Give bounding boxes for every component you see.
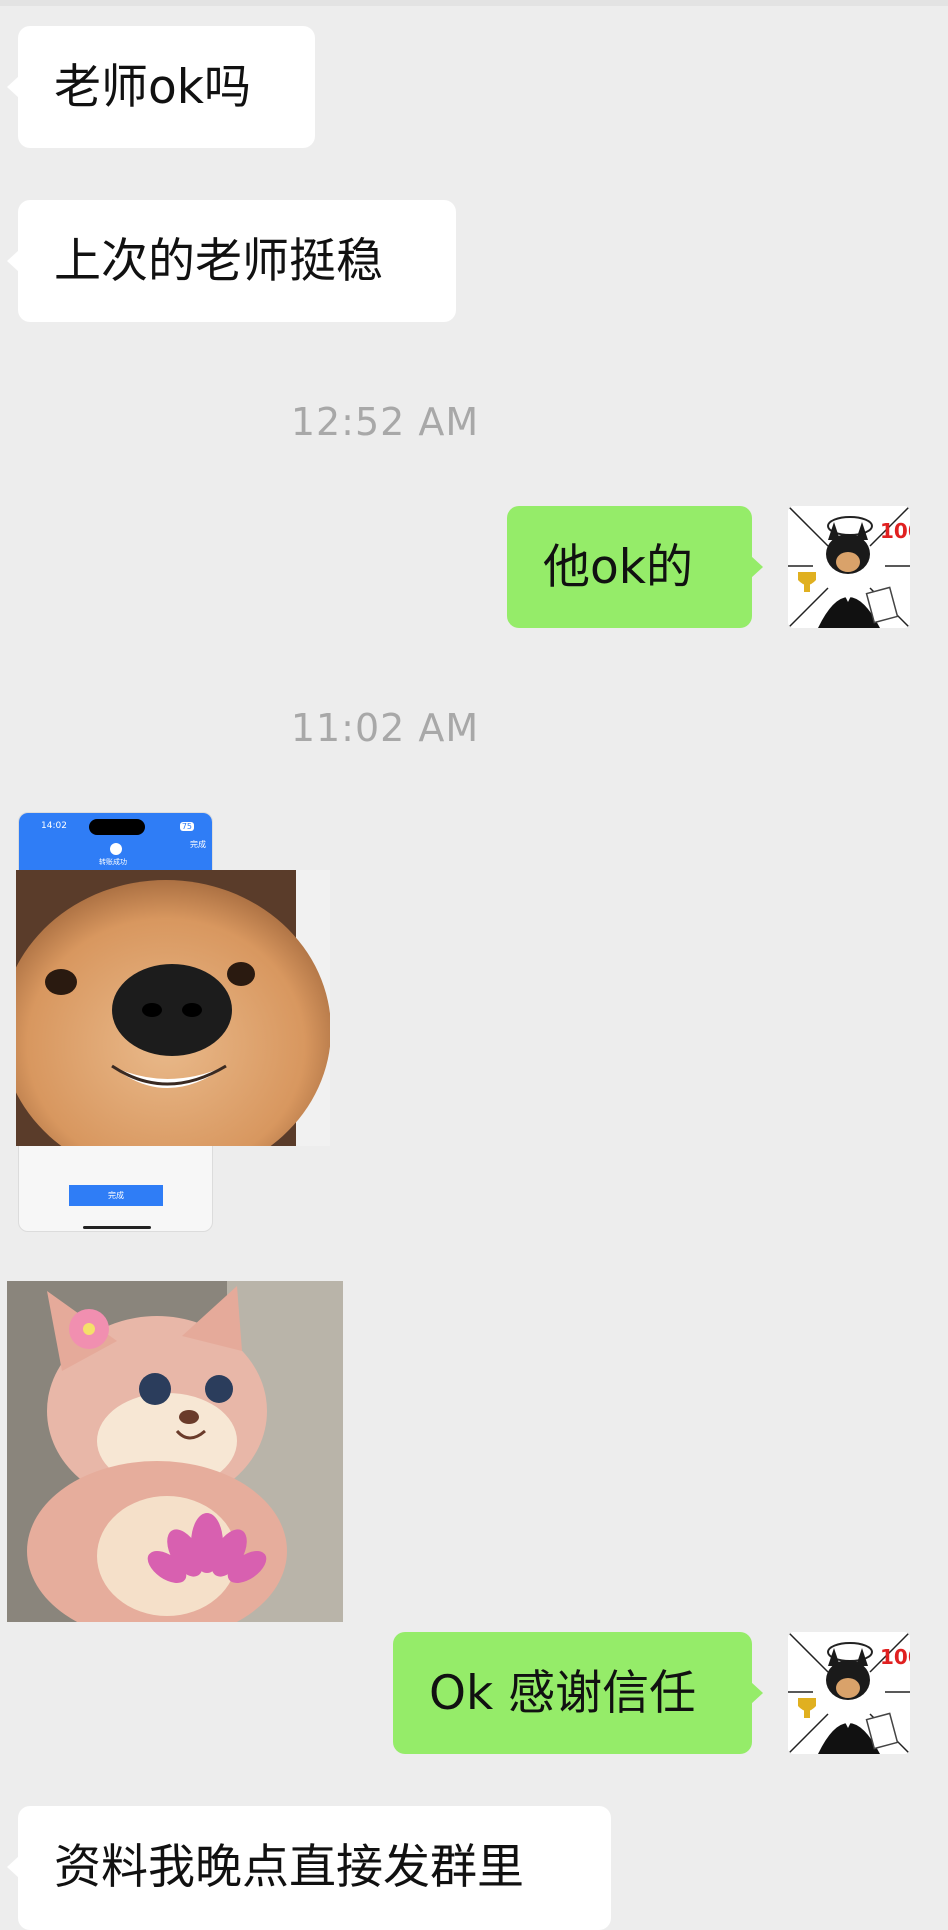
top-divider bbox=[0, 0, 948, 6]
image-message[interactable]: 14:02 75 完成 转账成功 完成 bbox=[16, 810, 334, 1235]
timestamp-text: 12:52 AM bbox=[290, 400, 480, 444]
shiba-dog-avatar-icon: 100 bbox=[788, 1632, 910, 1754]
message-text: 资料我晚点直接发群里 bbox=[54, 1840, 524, 1895]
shiba-dog-avatar-icon: 100 bbox=[788, 506, 910, 628]
svg-text:100: 100 bbox=[880, 1645, 910, 1669]
puppy-sticker-image bbox=[16, 870, 330, 1146]
timestamp: 12:52 AM bbox=[0, 400, 770, 444]
user-avatar[interactable]: 100 bbox=[788, 506, 910, 628]
transfer-status-text: 转账成功 bbox=[99, 858, 127, 866]
message-text: 老师ok吗 bbox=[54, 60, 251, 115]
plush-fox-sticker-image bbox=[7, 1281, 343, 1622]
sticker-message[interactable] bbox=[7, 1281, 343, 1622]
message-text: 上次的老师挺稳 bbox=[54, 234, 383, 289]
done-button-label: 完成 bbox=[108, 1191, 124, 1200]
home-indicator bbox=[83, 1226, 151, 1229]
timestamp: 11:02 AM bbox=[0, 706, 770, 750]
message-bubble-incoming[interactable]: 资料我晚点直接发群里 bbox=[7, 1806, 611, 1930]
done-link: 完成 bbox=[190, 840, 206, 849]
message-text: 他ok的 bbox=[543, 540, 693, 595]
message-bubble-outgoing[interactable]: 他ok的 bbox=[507, 506, 763, 628]
phone-header: 14:02 75 完成 转账成功 bbox=[19, 813, 212, 871]
message-bubble-incoming[interactable]: 上次的老师挺稳 bbox=[7, 200, 456, 322]
battery-icon: 75 bbox=[179, 822, 194, 831]
message-text: Ok 感谢信任 bbox=[429, 1666, 697, 1721]
success-icon bbox=[110, 843, 122, 855]
message-bubble-incoming[interactable]: 老师ok吗 bbox=[7, 26, 315, 148]
timestamp-text: 11:02 AM bbox=[290, 706, 480, 750]
message-bubble-outgoing[interactable]: Ok 感谢信任 bbox=[393, 1632, 763, 1754]
dynamic-island bbox=[89, 819, 145, 835]
phone-status-time: 14:02 bbox=[41, 821, 67, 831]
user-avatar[interactable]: 100 bbox=[788, 1632, 910, 1754]
done-button: 完成 bbox=[69, 1185, 163, 1206]
svg-text:100: 100 bbox=[880, 519, 910, 543]
